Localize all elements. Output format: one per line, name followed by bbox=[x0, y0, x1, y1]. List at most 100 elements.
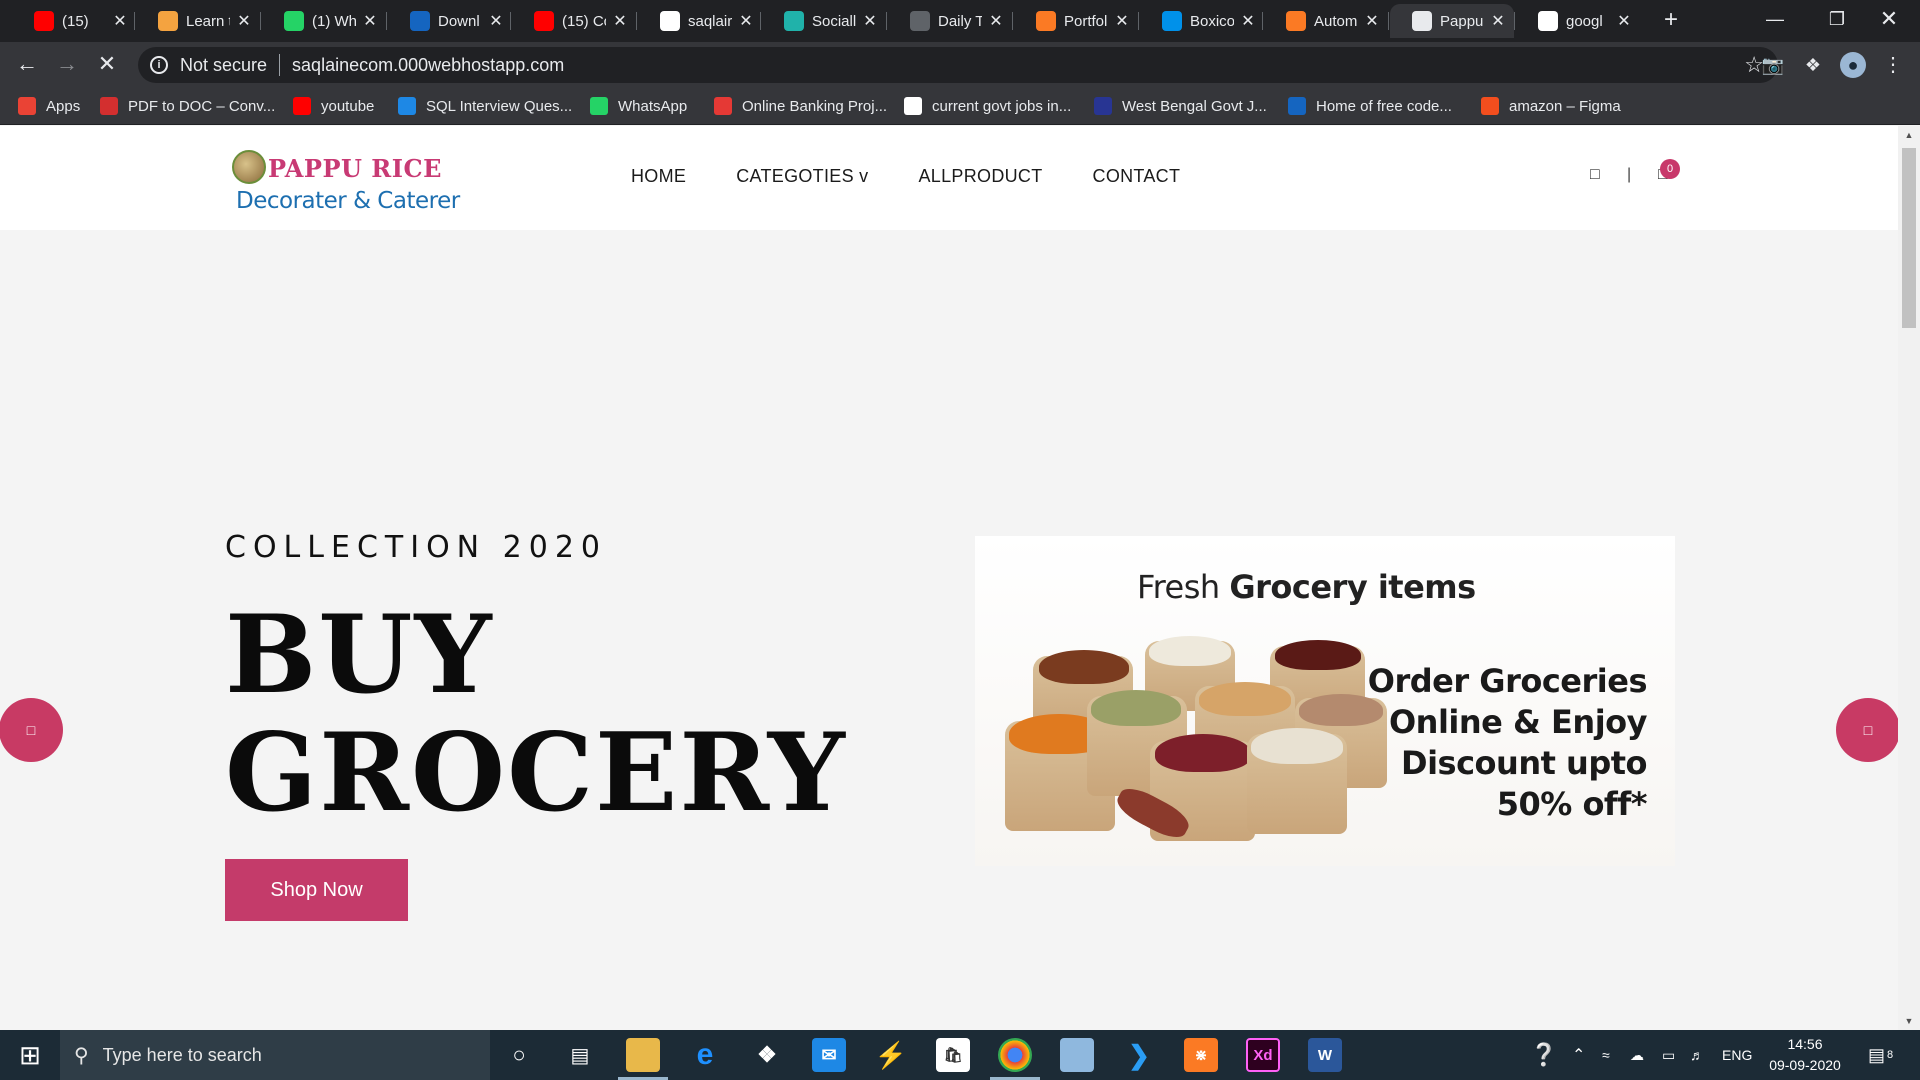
bookmark-item[interactable]: youtube bbox=[293, 94, 374, 118]
vscode-icon[interactable]: ❯ bbox=[1122, 1038, 1156, 1072]
wifi-icon[interactable]: ≈ bbox=[1602, 1030, 1610, 1080]
folder-icon bbox=[1094, 97, 1112, 115]
bookmark-item[interactable]: WhatsApp bbox=[590, 94, 687, 118]
address-bar[interactable]: i Not secure saqlainecom.000webhostapp.c… bbox=[138, 47, 1778, 83]
bookmark-item[interactable]: Apps bbox=[18, 94, 80, 118]
cloud-icon[interactable]: ☁ bbox=[1630, 1030, 1644, 1080]
volume-icon[interactable]: ♬ bbox=[1690, 1030, 1704, 1080]
show-hidden-icons-icon[interactable]: ⌃ bbox=[1572, 1030, 1585, 1080]
ib-icon bbox=[398, 97, 416, 115]
notifications-icon[interactable]: ▤ 8 bbox=[1868, 1030, 1893, 1080]
browser-menu-icon[interactable]: ⋮ bbox=[1880, 52, 1906, 78]
battery-icon[interactable]: ▭ bbox=[1662, 1030, 1675, 1080]
url-text[interactable]: saqlainecom.000webhostapp.com bbox=[292, 55, 564, 76]
scroll-thumb[interactable] bbox=[1902, 148, 1916, 328]
bookmark-item[interactable]: SQL Interview Ques... bbox=[398, 94, 572, 118]
screenshot-camera-icon[interactable]: 📷 bbox=[1760, 52, 1786, 78]
browser-tab[interactable]: (15) ✕ bbox=[12, 4, 136, 38]
dropbox-icon[interactable]: ❖ bbox=[750, 1038, 784, 1072]
nav-allproduct[interactable]: ALLPRODUCT bbox=[918, 166, 1042, 187]
nav-home[interactable]: HOME bbox=[631, 166, 686, 187]
windows-start-icon[interactable]: ⊞ bbox=[0, 1030, 60, 1080]
ide-icon[interactable] bbox=[1060, 1038, 1094, 1072]
file-explorer-icon[interactable] bbox=[618, 1038, 668, 1080]
chrome-icon[interactable] bbox=[990, 1038, 1040, 1080]
tab-close-icon[interactable]: ✕ bbox=[488, 11, 504, 31]
azure-studio-icon[interactable]: ⚡ bbox=[874, 1038, 908, 1072]
browser-tab[interactable]: Boxico ✕ bbox=[1140, 4, 1264, 38]
nav-categories[interactable]: CATEGOTIES v bbox=[736, 166, 868, 187]
bookmark-item[interactable]: Home of free code... bbox=[1288, 94, 1452, 118]
edge-icon[interactable]: e bbox=[688, 1038, 722, 1072]
browser-tab[interactable]: Autom ✕ bbox=[1264, 4, 1388, 38]
info-icon[interactable]: i bbox=[150, 56, 168, 74]
tab-title: (15) bbox=[62, 12, 89, 30]
slider-prev-button[interactable]: □ bbox=[0, 698, 63, 762]
close-window-button[interactable]: ✕ bbox=[1858, 0, 1920, 40]
browser-tab[interactable]: saqlair ✕ bbox=[638, 4, 762, 38]
cortana-icon[interactable]: ○ bbox=[502, 1038, 536, 1072]
bookmark-item[interactable]: amazon – Figma bbox=[1481, 94, 1621, 118]
tab-close-icon[interactable]: ✕ bbox=[612, 11, 628, 31]
bookmark-item[interactable]: current govt jobs in... bbox=[904, 94, 1071, 118]
tab-close-icon[interactable]: ✕ bbox=[1616, 11, 1632, 31]
page-scrollbar[interactable]: ▲ ▼ bbox=[1898, 126, 1920, 1030]
word-icon[interactable]: W bbox=[1308, 1038, 1342, 1072]
browser-tab[interactable]: Learn t ✕ bbox=[136, 4, 260, 38]
tab-separator bbox=[636, 12, 637, 30]
tab-close-icon[interactable]: ✕ bbox=[988, 11, 1004, 31]
tab-close-icon[interactable]: ✕ bbox=[862, 11, 878, 31]
social-icon bbox=[784, 11, 804, 31]
browser-tab[interactable]: Downl ✕ bbox=[388, 4, 512, 38]
help-icon[interactable]: ❔ bbox=[1530, 1030, 1557, 1080]
tab-close-icon[interactable]: ✕ bbox=[236, 11, 252, 31]
tab-close-icon[interactable]: ✕ bbox=[1114, 11, 1130, 31]
site-logo[interactable]: PAPPU RICE Decorater & Caterer bbox=[232, 148, 460, 214]
extensions-puzzle-icon[interactable]: ❖ bbox=[1800, 52, 1826, 78]
figma-icon bbox=[1481, 97, 1499, 115]
mail-icon[interactable]: ✉ bbox=[812, 1038, 846, 1072]
tab-close-icon[interactable]: ✕ bbox=[1490, 11, 1506, 31]
promo-offer-line: Discount upto bbox=[1401, 744, 1648, 782]
user-icon[interactable]: □ bbox=[1590, 166, 1600, 184]
browser-tab[interactable]: Daily T ✕ bbox=[888, 4, 1012, 38]
slider-next-button[interactable]: □ bbox=[1836, 698, 1898, 762]
browser-tab[interactable]: (15) Cc ✕ bbox=[512, 4, 636, 38]
browser-tab[interactable]: Portfol ✕ bbox=[1014, 4, 1138, 38]
bookmark-item[interactable]: PDF to DOC – Conv... bbox=[100, 94, 275, 118]
nav-contact[interactable]: CONTACT bbox=[1093, 166, 1181, 187]
system-clock[interactable]: 14:56 09-09-2020 bbox=[1760, 1034, 1850, 1076]
shop-now-button[interactable]: Shop Now bbox=[225, 859, 408, 921]
scroll-down-arrow[interactable]: ▼ bbox=[1898, 1012, 1920, 1030]
adobe-xd-icon[interactable]: Xd bbox=[1246, 1038, 1280, 1072]
taskbar-search[interactable]: ⚲ Type here to search bbox=[60, 1030, 490, 1080]
browser-tab[interactable]: Pappu ✕ bbox=[1390, 4, 1514, 38]
tab-close-icon[interactable]: ✕ bbox=[112, 11, 128, 31]
new-tab-button[interactable]: + bbox=[1656, 6, 1686, 36]
tab-close-icon[interactable]: ✕ bbox=[738, 11, 754, 31]
browser-tab[interactable]: Sociall ✕ bbox=[762, 4, 886, 38]
minimize-button[interactable]: — bbox=[1744, 0, 1806, 40]
beans-grain bbox=[1039, 650, 1129, 684]
promo-banner-image[interactable]: Fresh Grocery items Order Groceries Onli… bbox=[975, 536, 1675, 866]
rice-grain bbox=[1251, 728, 1343, 764]
tab-separator bbox=[260, 12, 261, 30]
bookmark-item[interactable]: West Bengal Govt J... bbox=[1094, 94, 1267, 118]
browser-tab[interactable]: (1) Wh ✕ bbox=[262, 4, 386, 38]
promo-heading: Fresh Grocery items bbox=[1137, 568, 1476, 606]
xampp-icon[interactable]: ⋇ bbox=[1184, 1038, 1218, 1072]
red-beans-grain bbox=[1155, 734, 1251, 772]
stop-loading-button[interactable]: ✕ bbox=[90, 48, 124, 82]
language-indicator[interactable]: ENG bbox=[1722, 1030, 1752, 1080]
scroll-up-arrow[interactable]: ▲ bbox=[1898, 126, 1920, 144]
bookmark-item[interactable]: Online Banking Proj... bbox=[714, 94, 887, 118]
forward-button[interactable]: → bbox=[50, 48, 84, 82]
browser-tab[interactable]: googl ✕ bbox=[1516, 4, 1640, 38]
task-view-icon[interactable]: ▤ bbox=[563, 1038, 597, 1072]
tab-close-icon[interactable]: ✕ bbox=[1240, 11, 1256, 31]
profile-avatar[interactable]: ● bbox=[1840, 52, 1866, 78]
tab-close-icon[interactable]: ✕ bbox=[1364, 11, 1380, 31]
store-icon[interactable]: 🛍 bbox=[936, 1038, 970, 1072]
tab-close-icon[interactable]: ✕ bbox=[362, 11, 378, 31]
back-button[interactable]: ← bbox=[10, 48, 44, 82]
